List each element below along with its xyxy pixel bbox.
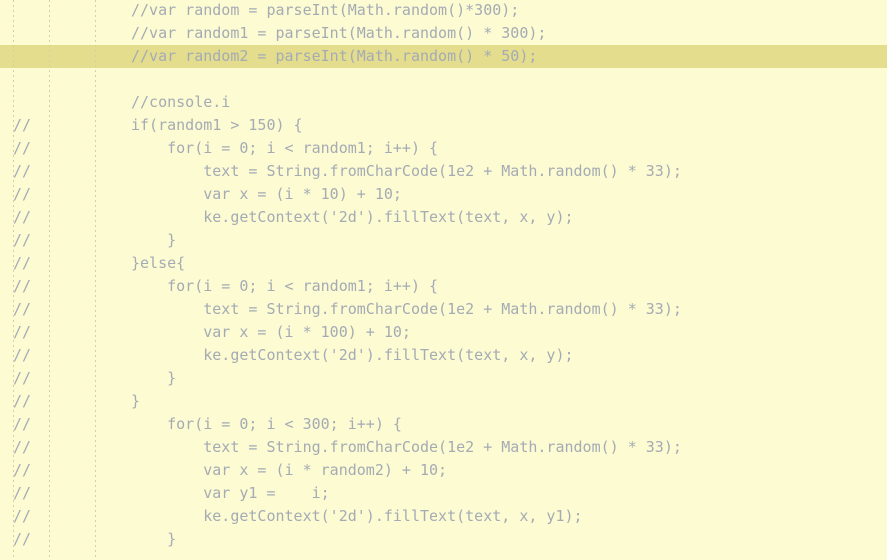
margin-comment-marker: // — [13, 484, 32, 502]
code-line[interactable]: //} — [0, 390, 887, 413]
margin-comment-marker: // — [13, 507, 32, 525]
code-line[interactable]: // text = String.fromCharCode(1e2 + Math… — [0, 298, 887, 321]
code-line-text: var x = (i * random2) + 10; — [131, 461, 448, 479]
code-line[interactable]: // }else{ — [0, 252, 887, 275]
code-line-text: } — [131, 392, 141, 410]
code-editor-viewport[interactable]: //var random = parseInt(Math.random()*30… — [0, 0, 887, 560]
margin-comment-marker: // — [13, 185, 32, 203]
code-line[interactable]: // } — [0, 229, 887, 252]
code-line[interactable]: // ke.getContext('2d').fillText(text, x,… — [0, 344, 887, 367]
margin-comment-marker: // — [13, 323, 32, 341]
margin-comment-marker: // — [13, 392, 32, 410]
code-line-text: }else{ — [131, 254, 186, 272]
code-content-layer[interactable]: //var random = parseInt(Math.random()*30… — [0, 0, 887, 559]
margin-comment-marker: // — [13, 369, 32, 387]
margin-comment-marker: // — [13, 277, 32, 295]
code-line[interactable] — [0, 551, 887, 560]
margin-comment-marker: // — [13, 254, 32, 272]
code-line[interactable]: // var y1 = i; — [0, 482, 887, 505]
code-line[interactable]: // for(i = 0; i < random1; i++) { — [0, 275, 887, 298]
margin-comment-marker: // — [13, 139, 32, 157]
code-line-text: for(i = 0; i < random1; i++) { — [131, 139, 439, 157]
code-line[interactable]: // ke.getContext('2d').fillText(text, x,… — [0, 206, 887, 229]
code-line-text: var x = (i * 100) + 10; — [131, 323, 411, 341]
code-line-text: } — [131, 369, 177, 387]
code-line-text: //var random = parseInt(Math.random()*30… — [131, 1, 520, 19]
code-line-text: for(i = 0; i < random1; i++) { — [131, 277, 439, 295]
margin-comment-marker: // — [13, 461, 32, 479]
code-line[interactable]: //console.i — [0, 91, 887, 114]
code-line-text: var y1 = i; — [131, 484, 330, 502]
margin-comment-marker: // — [13, 415, 32, 433]
code-line[interactable]: // } — [0, 367, 887, 390]
code-line[interactable]: // var x = (i * 100) + 10; — [0, 321, 887, 344]
code-line[interactable]: // text = String.fromCharCode(1e2 + Math… — [0, 160, 887, 183]
margin-comment-marker: // — [13, 116, 32, 134]
code-line-text: } — [131, 231, 177, 249]
margin-comment-marker: // — [13, 300, 32, 318]
code-line-text: if(random1 > 150) { — [131, 116, 303, 134]
code-line-text: ke.getContext('2d').fillText(text, x, y)… — [131, 208, 574, 226]
margin-comment-marker: // — [13, 231, 32, 249]
code-line[interactable]: // var x = (i * 10) + 10; — [0, 183, 887, 206]
code-line-text: ke.getContext('2d').fillText(text, x, y1… — [131, 507, 583, 525]
margin-comment-marker: // — [13, 346, 32, 364]
margin-comment-marker: // — [13, 438, 32, 456]
code-line[interactable]: // if(random1 > 150) { — [0, 114, 887, 137]
code-line[interactable]: // ke.getContext('2d').fillText(text, x,… — [0, 505, 887, 528]
code-line-text: text = String.fromCharCode(1e2 + Math.ra… — [131, 438, 682, 456]
margin-comment-marker: // — [13, 162, 32, 180]
code-line[interactable]: //var random = parseInt(Math.random()*30… — [0, 0, 887, 22]
code-line[interactable] — [0, 68, 887, 91]
code-line[interactable]: // var x = (i * random2) + 10; — [0, 459, 887, 482]
margin-comment-marker: // — [13, 208, 32, 226]
code-line[interactable]: // for(i = 0; i < 300; i++) { — [0, 413, 887, 436]
code-line[interactable]: // } — [0, 528, 887, 551]
code-line-text: //var random1 = parseInt(Math.random() *… — [131, 24, 547, 42]
code-line[interactable]: // text = String.fromCharCode(1e2 + Math… — [0, 436, 887, 459]
code-line-text: //console.i — [131, 93, 231, 111]
margin-comment-marker: // — [13, 530, 32, 548]
code-line-text: for(i = 0; i < 300; i++) { — [131, 415, 402, 433]
code-line-text: ke.getContext('2d').fillText(text, x, y)… — [131, 346, 574, 364]
code-line-text: //var random2 = parseInt(Math.random() *… — [131, 47, 538, 65]
code-line-text: var x = (i * 10) + 10; — [131, 185, 402, 203]
code-line-text: text = String.fromCharCode(1e2 + Math.ra… — [131, 162, 682, 180]
code-line[interactable]: // for(i = 0; i < random1; i++) { — [0, 137, 887, 160]
code-line[interactable]: //var random1 = parseInt(Math.random() *… — [0, 22, 887, 45]
code-line-text: } — [131, 530, 177, 548]
code-line-text: text = String.fromCharCode(1e2 + Math.ra… — [131, 300, 682, 318]
code-line[interactable]: //var random2 = parseInt(Math.random() *… — [0, 45, 887, 68]
